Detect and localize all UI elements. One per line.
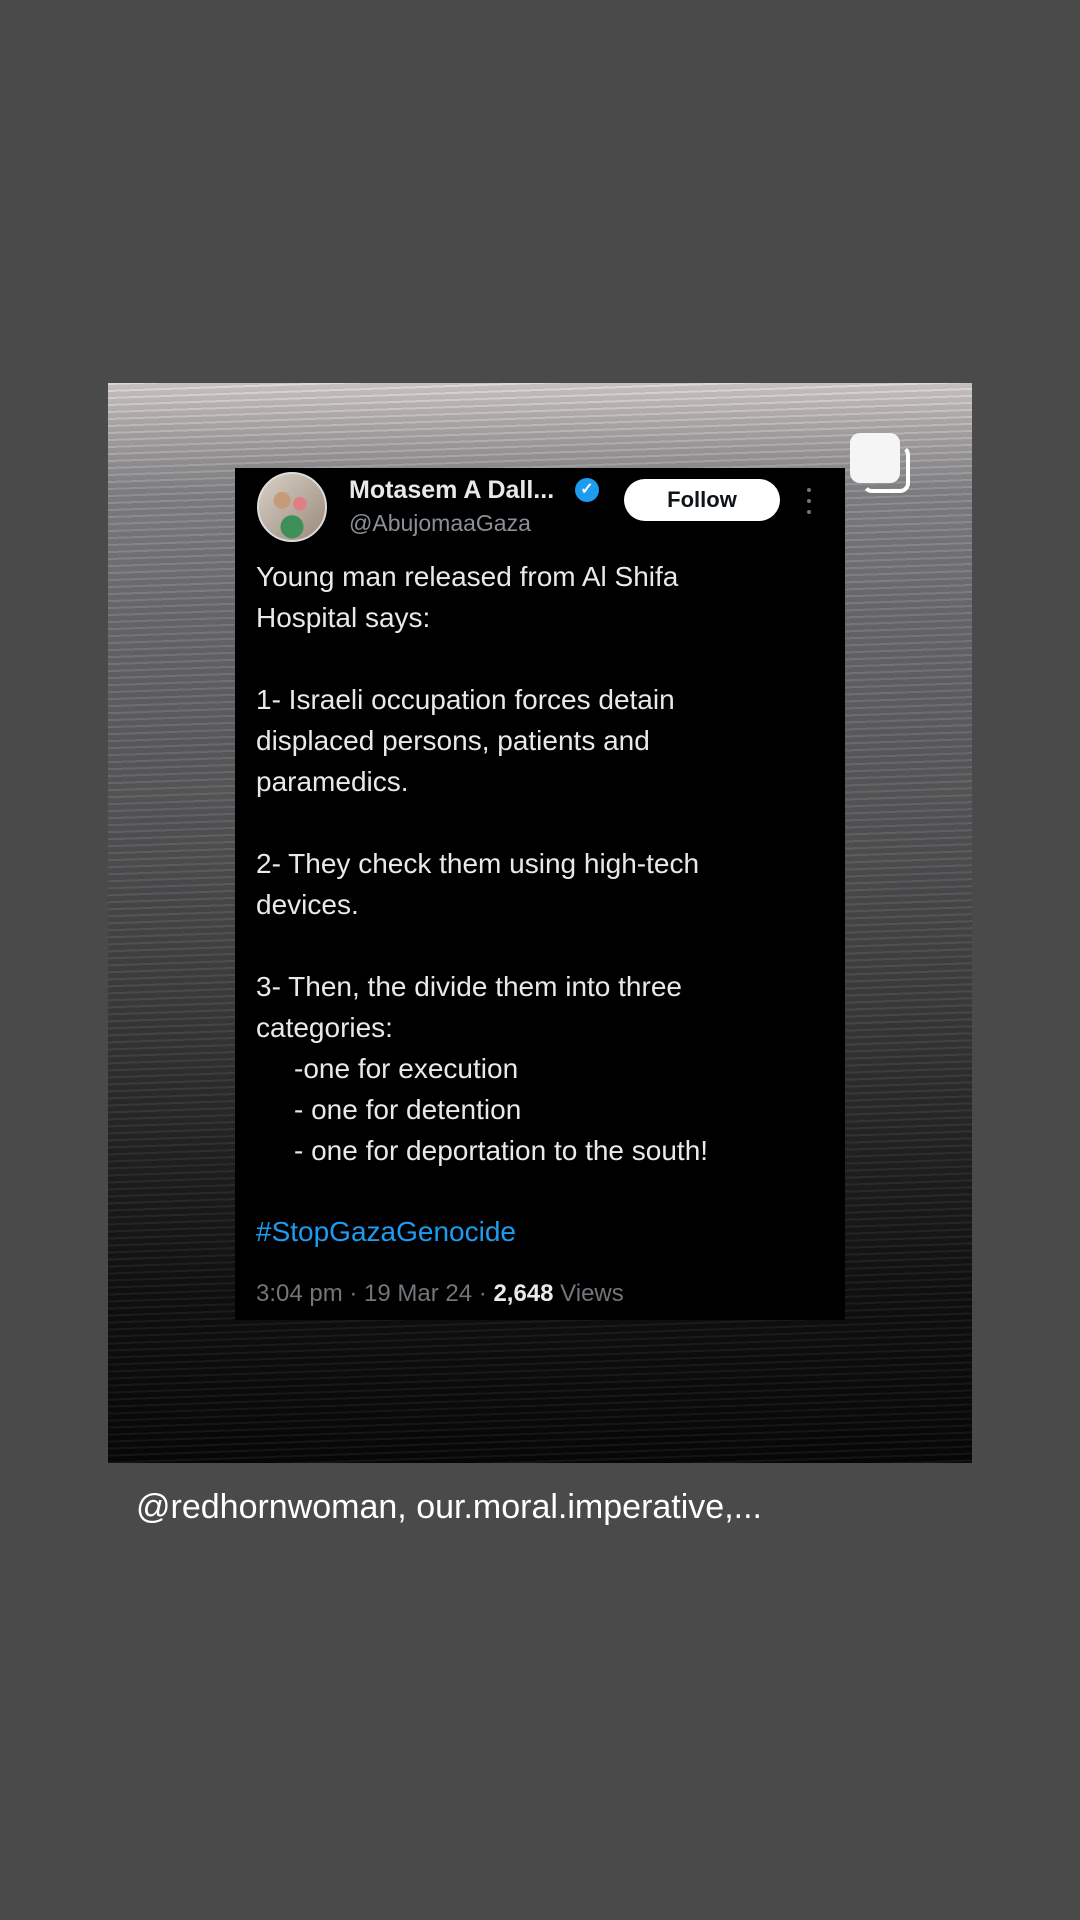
tweet-meta: 3:04 pm · 19 Mar 24 · 2,648 Views	[256, 1280, 624, 1308]
author-name[interactable]: Motasem A Dall...	[349, 476, 554, 505]
tweet-line: -one for execution	[294, 1053, 519, 1084]
hashtag-link[interactable]: #StopGazaGenocide	[256, 1216, 516, 1248]
tweet-date: 19 Mar 24	[364, 1280, 473, 1307]
story-viewer: Motasem A Dall... ✓ @AbujomaaGaza Follow…	[0, 0, 1080, 1920]
tweet-line: - one for detention	[294, 1094, 522, 1125]
tweet-line: 2- They check them using high-tech	[256, 848, 700, 879]
multiple-images-icon	[850, 433, 916, 499]
avatar[interactable]	[257, 472, 327, 542]
tweet-line: Hospital says:	[256, 602, 431, 633]
author-handle[interactable]: @AbujomaaGaza	[349, 510, 531, 537]
views-label: Views	[560, 1280, 624, 1307]
tweet-screenshot: Motasem A Dall... ✓ @AbujomaaGaza Follow…	[235, 468, 845, 1320]
tweet-line: 3- Then, the divide them into three	[256, 971, 682, 1002]
tweet-line: - one for deportation to the south!	[294, 1135, 709, 1166]
views-count: 2,648	[493, 1280, 554, 1307]
tweet-time: 3:04 pm	[256, 1280, 343, 1307]
tweet-line: Young man released from Al Shifa	[256, 561, 679, 592]
caption-mentions[interactable]: @redhornwoman, our.moral.imperative,...	[136, 1488, 762, 1527]
tweet-line: displaced persons, patients and	[256, 725, 650, 756]
tweet-line: paramedics.	[256, 766, 409, 797]
tweet-line: 1- Israeli occupation forces detain	[256, 684, 675, 715]
meta-separator: ·	[472, 1280, 494, 1307]
more-options-icon[interactable]	[806, 488, 812, 514]
verified-badge-icon: ✓	[575, 478, 599, 502]
tweet-text: Young man released from Al Shifa Hospita…	[256, 556, 826, 1171]
follow-button[interactable]: Follow	[624, 479, 780, 521]
tweet-line: devices.	[256, 889, 359, 920]
tweet-line: categories:	[256, 1012, 393, 1043]
meta-separator: ·	[342, 1280, 365, 1307]
